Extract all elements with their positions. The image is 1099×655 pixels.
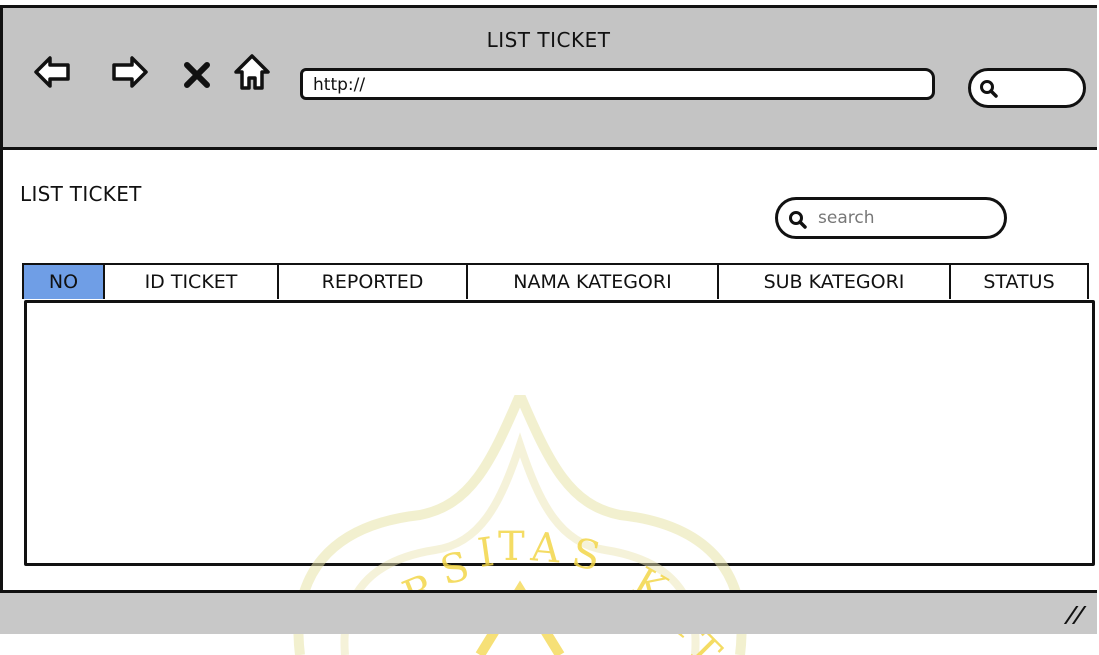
window-title: LIST TICKET: [486, 28, 611, 52]
search-placeholder: search: [818, 208, 875, 228]
browser-window: LIST TICKET http:// LIST TICKET search N…: [0, 0, 1097, 655]
home-icon[interactable]: [232, 52, 272, 92]
column-header-reported[interactable]: REPORTED: [279, 263, 468, 299]
browser-search-field[interactable]: [968, 68, 1086, 108]
status-bar: //: [0, 590, 1097, 634]
search-input[interactable]: search: [775, 197, 1007, 239]
page-title: LIST TICKET: [20, 182, 142, 206]
search-icon: [789, 211, 807, 229]
url-input[interactable]: http://: [300, 68, 935, 100]
resize-grip-icon[interactable]: //: [1062, 603, 1087, 628]
column-header-sub-kategori[interactable]: SUB KATEGORI: [719, 263, 951, 299]
forward-arrow-icon[interactable]: [110, 52, 150, 92]
close-icon[interactable]: [182, 60, 212, 90]
back-arrow-icon[interactable]: [32, 52, 72, 92]
column-header-nama-kategori[interactable]: NAMA KATEGORI: [468, 263, 719, 299]
column-header-no[interactable]: NO: [22, 263, 105, 299]
column-header-status[interactable]: STATUS: [951, 263, 1089, 299]
ticket-table-body: [24, 300, 1095, 566]
column-header-id-ticket[interactable]: ID TICKET: [105, 263, 279, 299]
search-icon: [980, 80, 998, 98]
table-header: NO ID TICKET REPORTED NAMA KATEGORI SUB …: [22, 263, 1089, 299]
